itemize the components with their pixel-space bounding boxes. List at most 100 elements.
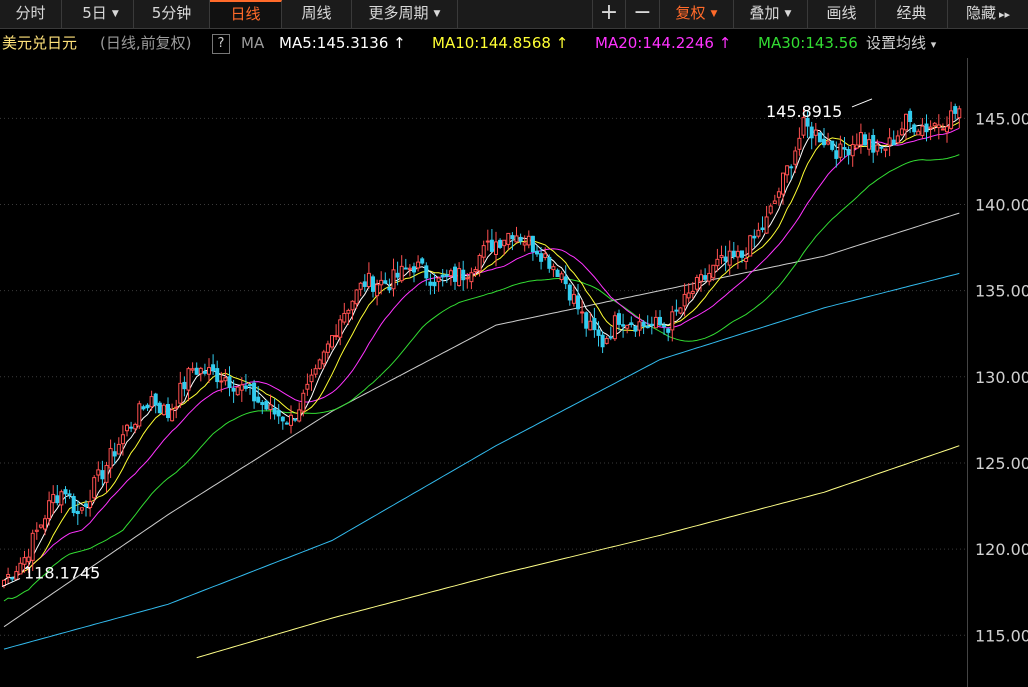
candle-body <box>141 406 146 410</box>
candle-body <box>383 280 388 284</box>
candle-body <box>580 311 585 314</box>
candle-body <box>485 240 490 243</box>
candle-body <box>272 407 277 415</box>
candle-body <box>92 477 97 499</box>
candle-body <box>379 279 384 286</box>
tab-more-periods[interactable]: 更多周期 ▼ <box>352 0 458 28</box>
hide-button[interactable]: 隐藏 ▸▸ <box>948 0 1028 28</box>
candle-body <box>309 374 314 383</box>
candle-body <box>10 577 15 580</box>
candle-body <box>817 132 822 143</box>
candle-body <box>260 402 265 405</box>
candle-body <box>756 229 761 237</box>
candle-body <box>949 110 954 129</box>
high-price-arrow <box>851 98 873 108</box>
chart-toolbar: 分时 5日 ▼ 5分钟 日线 周线 更多周期 ▼ + − 复权 ▼ 叠加 ▼ 画线 经典… <box>0 0 1028 29</box>
candle-body <box>403 267 408 270</box>
candle-body <box>871 134 876 153</box>
candle-body <box>785 165 790 176</box>
tab-5min[interactable]: 5分钟 <box>134 0 210 28</box>
candle-body <box>420 258 425 264</box>
candle-body <box>6 574 11 578</box>
candle-body <box>14 571 19 580</box>
zoom-out-button[interactable]: − <box>626 0 660 28</box>
candle-body <box>535 250 539 255</box>
candle-body <box>34 529 39 532</box>
tab-weekly[interactable]: 周线 <box>282 0 352 28</box>
tab-intraday[interactable]: 分时 <box>0 0 62 28</box>
adjust-rights-button[interactable]: 复权 ▼ <box>660 0 734 28</box>
kline-chart[interactable]: 145.000 140.000 135.000 130.000 125.000 120.0… <box>0 58 1028 687</box>
candle-body <box>838 143 843 158</box>
candle-body <box>444 274 449 277</box>
draw-line-button[interactable]: 画线 <box>808 0 876 28</box>
candle-body <box>129 426 134 429</box>
candle-body <box>26 556 31 563</box>
candle-body <box>588 320 593 331</box>
tab-5day[interactable]: 5日 ▼ <box>68 0 134 28</box>
candle-body <box>440 274 445 278</box>
candle-body <box>416 261 421 269</box>
candle-body <box>239 384 244 391</box>
candle-body <box>371 276 375 292</box>
tab-daily[interactable]: 日线 <box>210 0 282 28</box>
high-price-label: 145.8915 <box>766 102 842 121</box>
candle-body <box>202 371 207 374</box>
candle-body <box>904 113 908 131</box>
ma20-line <box>3 127 960 581</box>
candle-body <box>88 501 93 508</box>
candle-body <box>653 316 658 329</box>
candle-body <box>895 135 900 144</box>
candle-body <box>625 324 630 329</box>
chevron-down-icon: ▼ <box>433 8 441 19</box>
candle-body <box>51 493 56 504</box>
candle-body <box>530 235 535 253</box>
ma-label[interactable]: MA <box>241 30 264 56</box>
ma-legend-bar: 美元兑日元 (日线,前复权) ? MA MA5:145.3136 ↑ MA10:… <box>0 30 968 56</box>
candle-body <box>600 334 605 348</box>
candle-body <box>707 272 712 282</box>
candle-body <box>912 124 917 133</box>
candle-body <box>945 126 949 133</box>
candle-body <box>166 404 170 419</box>
candle-body <box>740 250 744 258</box>
candle-body <box>284 422 289 425</box>
candle-body <box>604 338 609 344</box>
zoom-in-button[interactable]: + <box>592 0 626 28</box>
overlay-button[interactable]: 叠加 ▼ <box>734 0 808 28</box>
candle-body <box>207 367 211 375</box>
ma-settings-button[interactable]: 设置均线 ▾ <box>866 30 941 56</box>
candle-body <box>731 250 736 257</box>
candle-body <box>621 324 626 327</box>
candle-body <box>559 273 564 281</box>
candle-body <box>30 532 35 561</box>
candle-body <box>879 146 884 149</box>
candle-body <box>547 256 552 269</box>
candle-body <box>457 268 462 287</box>
candle-body <box>576 295 580 310</box>
candle-body <box>518 236 523 242</box>
candle-body <box>301 392 306 412</box>
candle-body <box>161 404 166 416</box>
candle-body <box>711 264 716 279</box>
candle-body <box>104 464 109 483</box>
candle-body <box>797 137 802 150</box>
candle-body <box>940 128 945 131</box>
candle-body <box>957 108 962 119</box>
classic-button[interactable]: 经典 <box>876 0 948 28</box>
candle-body <box>744 257 749 262</box>
chart-mode: (日线,前复权) <box>100 34 192 52</box>
candle-body <box>133 423 138 430</box>
candle-body <box>498 239 503 248</box>
candle-body <box>235 386 240 396</box>
help-icon[interactable]: ? <box>212 34 230 54</box>
candle-body <box>182 381 187 390</box>
candle-body <box>412 266 416 273</box>
candle-body <box>752 235 757 239</box>
candle-body <box>453 266 457 282</box>
candle-body <box>223 377 228 382</box>
candle-body <box>256 396 261 403</box>
candle-body <box>826 141 831 145</box>
candle-body <box>551 266 556 271</box>
candle-body <box>571 293 576 304</box>
